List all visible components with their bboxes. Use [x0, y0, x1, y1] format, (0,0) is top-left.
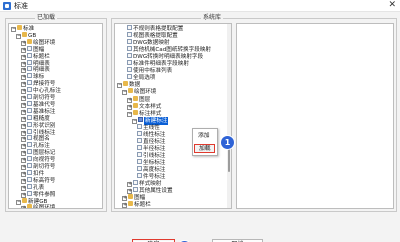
doc-icon	[27, 190, 32, 196]
doc-icon	[27, 163, 32, 168]
doc-icon	[127, 32, 132, 38]
app-icon	[3, 2, 11, 10]
doc-icon	[127, 60, 132, 66]
folder-icon	[27, 204, 32, 208]
doc-icon	[27, 73, 32, 79]
doc-icon	[27, 66, 32, 72]
doc-icon	[27, 128, 32, 134]
doc-icon	[127, 25, 132, 30]
doc-icon	[133, 180, 138, 186]
doc-icon	[137, 123, 142, 129]
doc-icon	[127, 46, 132, 52]
doc-icon	[137, 166, 142, 171]
doc-icon	[127, 67, 132, 73]
loaded-group: 已加载 − 标准 − GB + 绘图环境 + 图幅 + 标题栏 + 明细表 + 明细表 + 球标 + 焊接符号 + 中…	[5, 14, 107, 212]
tree-item[interactable]: + 绘图环境	[21, 204, 56, 209]
doc-icon	[27, 87, 32, 93]
doc-icon	[27, 80, 32, 86]
title-bar: 标准 ✕	[0, 0, 400, 12]
doc-icon	[137, 151, 142, 157]
doc-icon	[27, 135, 32, 141]
menu-item-add[interactable]: 添加	[193, 132, 217, 141]
property-panel[interactable]	[236, 23, 394, 209]
blue-icon	[138, 116, 143, 122]
doc-icon	[137, 144, 142, 150]
folder-icon	[133, 95, 138, 101]
loaded-tree[interactable]: − 标准 − GB + 绘图环境 + 图幅 + 标题栏 + 明细表 + 明细表 + 球标 + 焊接符号 + 中心孔标注…	[8, 23, 103, 209]
doc-icon	[27, 176, 32, 182]
system-library-group-title: 系统库	[201, 14, 224, 22]
doc-icon	[137, 158, 142, 164]
folder-icon	[22, 31, 27, 37]
folder-icon	[27, 38, 32, 44]
doc-icon	[27, 183, 32, 189]
tree-item[interactable]: + 标题栏	[122, 201, 151, 209]
menu-item-load[interactable]: 加载	[194, 144, 215, 153]
doc-icon	[27, 169, 32, 175]
doc-icon	[27, 107, 32, 113]
doc-icon	[27, 149, 32, 155]
expand-icon[interactable]: +	[21, 206, 26, 208]
step-1-badge: 1	[221, 136, 234, 149]
tree-scrollbar[interactable]	[227, 24, 231, 208]
tree-item-label: 标题栏	[134, 202, 151, 209]
doc-icon	[127, 39, 132, 45]
folder-icon	[128, 88, 133, 94]
folder-icon	[123, 81, 128, 87]
doc-icon	[27, 45, 32, 51]
folder-icon	[128, 194, 133, 200]
doc-icon	[127, 74, 132, 80]
close-icon[interactable]: ✕	[388, 0, 396, 11]
expand-icon[interactable]: +	[122, 203, 127, 208]
context-menu: 添加 加载	[192, 128, 218, 156]
doc-icon	[133, 187, 138, 193]
doc-icon	[27, 52, 32, 58]
doc-icon	[27, 121, 32, 127]
doc-icon	[137, 173, 142, 179]
doc-icon	[27, 114, 32, 120]
folder-icon	[133, 102, 138, 108]
folder-icon	[17, 25, 22, 30]
doc-icon	[27, 100, 32, 106]
system-library-group: 系统库 不规则表格提取配置 视图表格提取配置 DWG数据映射 其他机械Cad图纸转换字…	[111, 14, 397, 212]
folder-icon	[133, 109, 138, 115]
doc-icon	[27, 156, 32, 162]
tree-item-label: 绘图环境	[33, 205, 56, 209]
folder-icon	[128, 201, 133, 207]
doc-icon	[137, 130, 142, 136]
doc-icon	[27, 142, 32, 148]
doc-icon	[27, 59, 32, 65]
window-title: 标准	[14, 2, 28, 10]
standard-dialog: 已加载 − 标准 − GB + 绘图环境 + 图幅 + 标题栏 + 明细表 + 明细表 + 球标 + 焊接符号 + 中…	[0, 12, 400, 242]
doc-icon	[137, 137, 142, 143]
system-library-tree[interactable]: 不规则表格提取配置 视图表格提取配置 DWG数据映射 其他机械Cad图纸转换字段映射 D…	[114, 23, 232, 209]
doc-icon	[27, 94, 32, 99]
doc-icon	[127, 53, 132, 59]
loaded-group-title: 已加载	[35, 14, 58, 22]
folder-icon	[22, 197, 27, 203]
